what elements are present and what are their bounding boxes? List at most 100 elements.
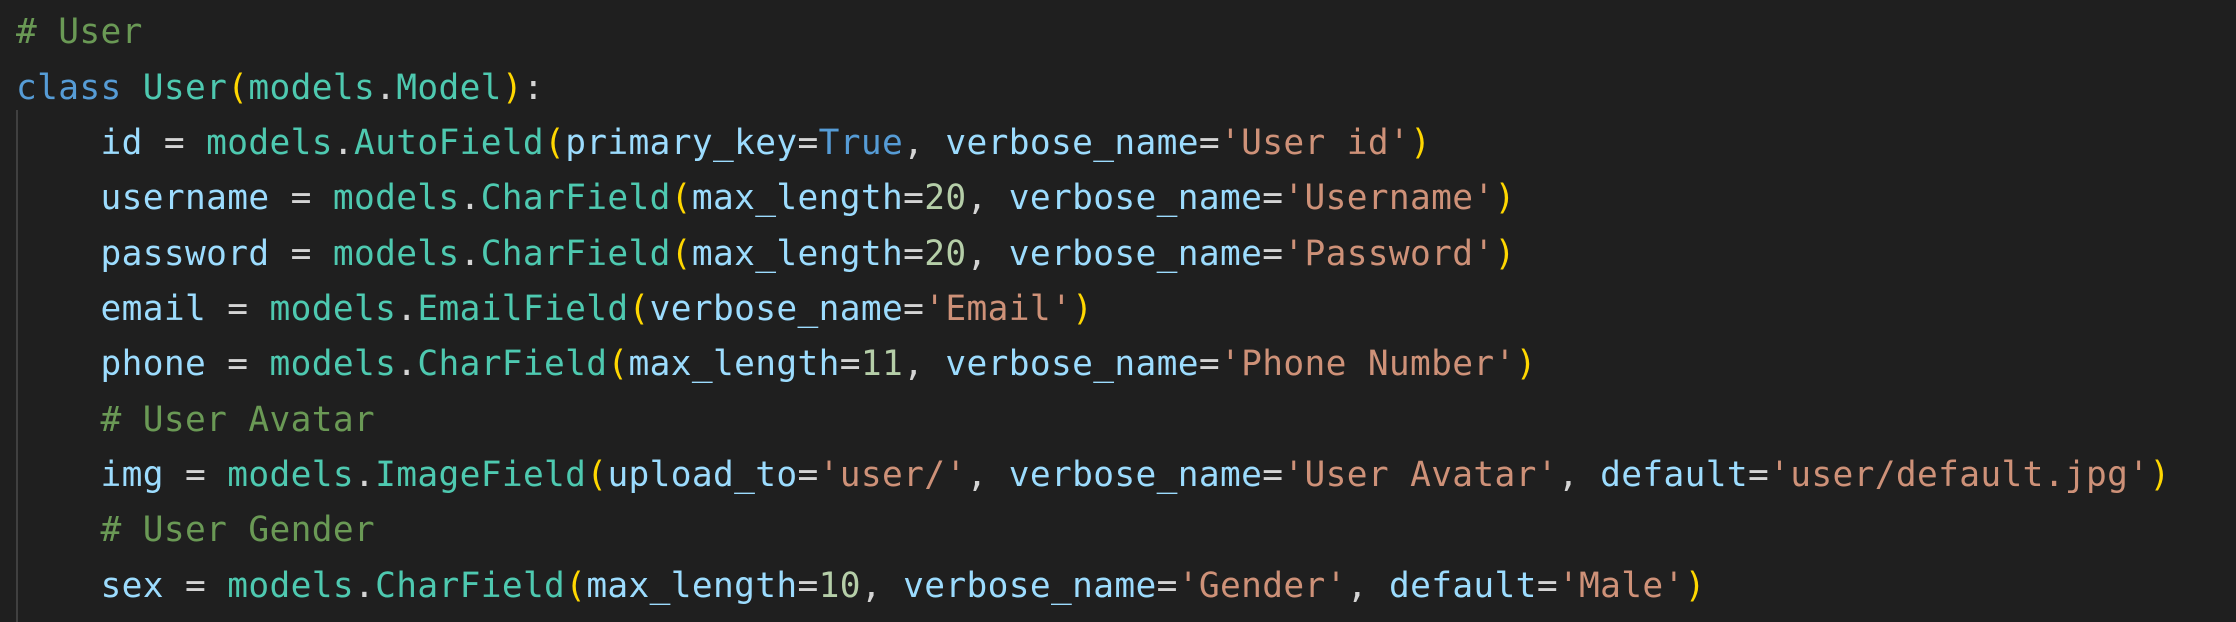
code-line-1[interactable]: # User <box>16 4 143 60</box>
code-token-class: AutoField <box>353 123 545 163</box>
code-token-plain: = <box>1748 455 1770 495</box>
code-token-plain: = <box>206 289 270 329</box>
code-token-class: CharField <box>417 344 608 384</box>
code-token-class: models <box>269 289 397 329</box>
code-token-class: Model <box>396 68 502 108</box>
code-token-plain: = <box>903 289 925 329</box>
code-line-7[interactable]: phone = models.CharField(max_length=11, … <box>16 336 1537 392</box>
code-token-paren: ) <box>1684 566 1706 606</box>
code-token-param: verbose_name <box>1008 234 1263 274</box>
code-line-11[interactable]: sex = models.CharField(max_length=10, ve… <box>16 558 1706 614</box>
code-token-class: models <box>206 123 333 163</box>
code-token-string: 'Username' <box>1283 178 1495 218</box>
code-token-plain: . <box>353 455 376 495</box>
code-token-param: upload_to <box>607 455 798 495</box>
code-token-paren: ) <box>1494 234 1516 274</box>
code-token-plain: , <box>860 566 904 606</box>
code-token-plain: = <box>142 123 207 163</box>
code-token-string: 'User Avatar' <box>1283 455 1558 495</box>
code-token-plain: . <box>459 178 481 218</box>
code-line-4[interactable]: username = models.CharField(max_length=2… <box>16 170 1516 226</box>
code-token-plain: = <box>797 455 819 495</box>
code-token-class: models <box>332 234 460 274</box>
code-line-3[interactable]: id = models.AutoField(primary_key=True, … <box>16 115 1431 171</box>
code-token-plain: . <box>396 289 418 329</box>
code-token-number: 20 <box>924 234 967 274</box>
code-token-class: models <box>248 68 376 108</box>
code-token-paren: ( <box>670 234 692 274</box>
code-token-plain: = <box>1198 344 1220 384</box>
code-token-plain: , <box>966 234 1009 274</box>
code-token-string: 'Email' <box>924 289 1073 329</box>
code-token-paren: ) <box>1410 123 1432 163</box>
code-token-paren: ( <box>628 289 650 329</box>
code-token-number: 10 <box>818 566 861 606</box>
code-token-plain: = <box>903 234 925 274</box>
code-token-paren: ( <box>586 455 608 495</box>
code-token-plain: . <box>396 344 418 384</box>
code-token-paren: ) <box>1494 178 1516 218</box>
code-token-plain: . <box>332 123 354 163</box>
code-token-string: 'Male' <box>1557 566 1685 606</box>
code-token-plain: = <box>1156 566 1178 606</box>
code-token-param: verbose_name <box>903 566 1157 606</box>
code-token-class: ImageField <box>375 455 587 495</box>
code-line-10[interactable]: # User Gender <box>16 502 375 558</box>
code-editor[interactable]: # User class User(models.Model): id = mo… <box>0 0 2236 622</box>
code-token-paren: ( <box>565 566 587 606</box>
code-token-param: verbose_name <box>649 289 904 329</box>
code-token-string: 'user/' <box>818 455 967 495</box>
code-token-string: 'Password' <box>1283 234 1495 274</box>
code-token-plain: . <box>353 566 376 606</box>
code-token-plain: = <box>1536 566 1558 606</box>
code-token-class: CharField <box>480 234 671 274</box>
code-token-class: User <box>142 68 228 108</box>
code-line-9[interactable]: img = models.ImageField(upload_to='user/… <box>16 447 2170 503</box>
code-token-comment: # User <box>16 12 143 52</box>
code-line-6[interactable]: email = models.EmailField(verbose_name='… <box>16 281 1093 337</box>
code-token-plain: = <box>1262 455 1284 495</box>
code-token-plain: = <box>903 178 925 218</box>
code-token-plain: : <box>522 68 545 108</box>
code-line-8[interactable]: # User Avatar <box>16 392 375 448</box>
code-token-paren: ) <box>1515 344 1537 384</box>
code-token-paren: ( <box>670 178 692 218</box>
code-line-5[interactable]: password = models.CharField(max_length=2… <box>16 226 1516 282</box>
code-token-param: max_length <box>586 566 798 606</box>
code-token-comment: # User Avatar <box>100 400 376 440</box>
code-token-plain: = <box>797 566 819 606</box>
code-token-param: verbose_name <box>1008 178 1263 218</box>
code-token-param: primary_key <box>565 123 798 163</box>
code-token-comment: # User Gender <box>100 510 376 550</box>
code-token-plain: . <box>375 68 397 108</box>
code-token-plain: = <box>269 234 333 274</box>
code-token-string: 'Phone Number' <box>1219 344 1516 384</box>
code-token-var: sex <box>100 566 164 606</box>
code-token-plain: = <box>1262 178 1284 218</box>
code-token-string: 'Gender' <box>1177 566 1347 606</box>
code-token-paren: ) <box>2149 455 2171 495</box>
code-token-var: img <box>100 455 164 495</box>
code-token-paren: ) <box>1072 289 1094 329</box>
code-token-string: 'user/default.jpg' <box>1769 455 2150 495</box>
code-line-2[interactable]: class User(models.Model): <box>16 60 544 116</box>
code-token-plain: , <box>1557 455 1601 495</box>
code-token-plain: = <box>163 566 228 606</box>
code-token-plain: = <box>1262 234 1284 274</box>
code-token-plain: = <box>839 344 861 384</box>
code-token-class: CharField <box>375 566 566 606</box>
code-token-var: id <box>100 123 143 163</box>
code-token-plain: , <box>966 455 1009 495</box>
code-token-plain: = <box>1198 123 1220 163</box>
code-token-var: password <box>100 234 270 274</box>
code-token-var: phone <box>100 344 207 384</box>
code-token-plain: , <box>903 123 946 163</box>
code-token-param: default <box>1388 566 1537 606</box>
